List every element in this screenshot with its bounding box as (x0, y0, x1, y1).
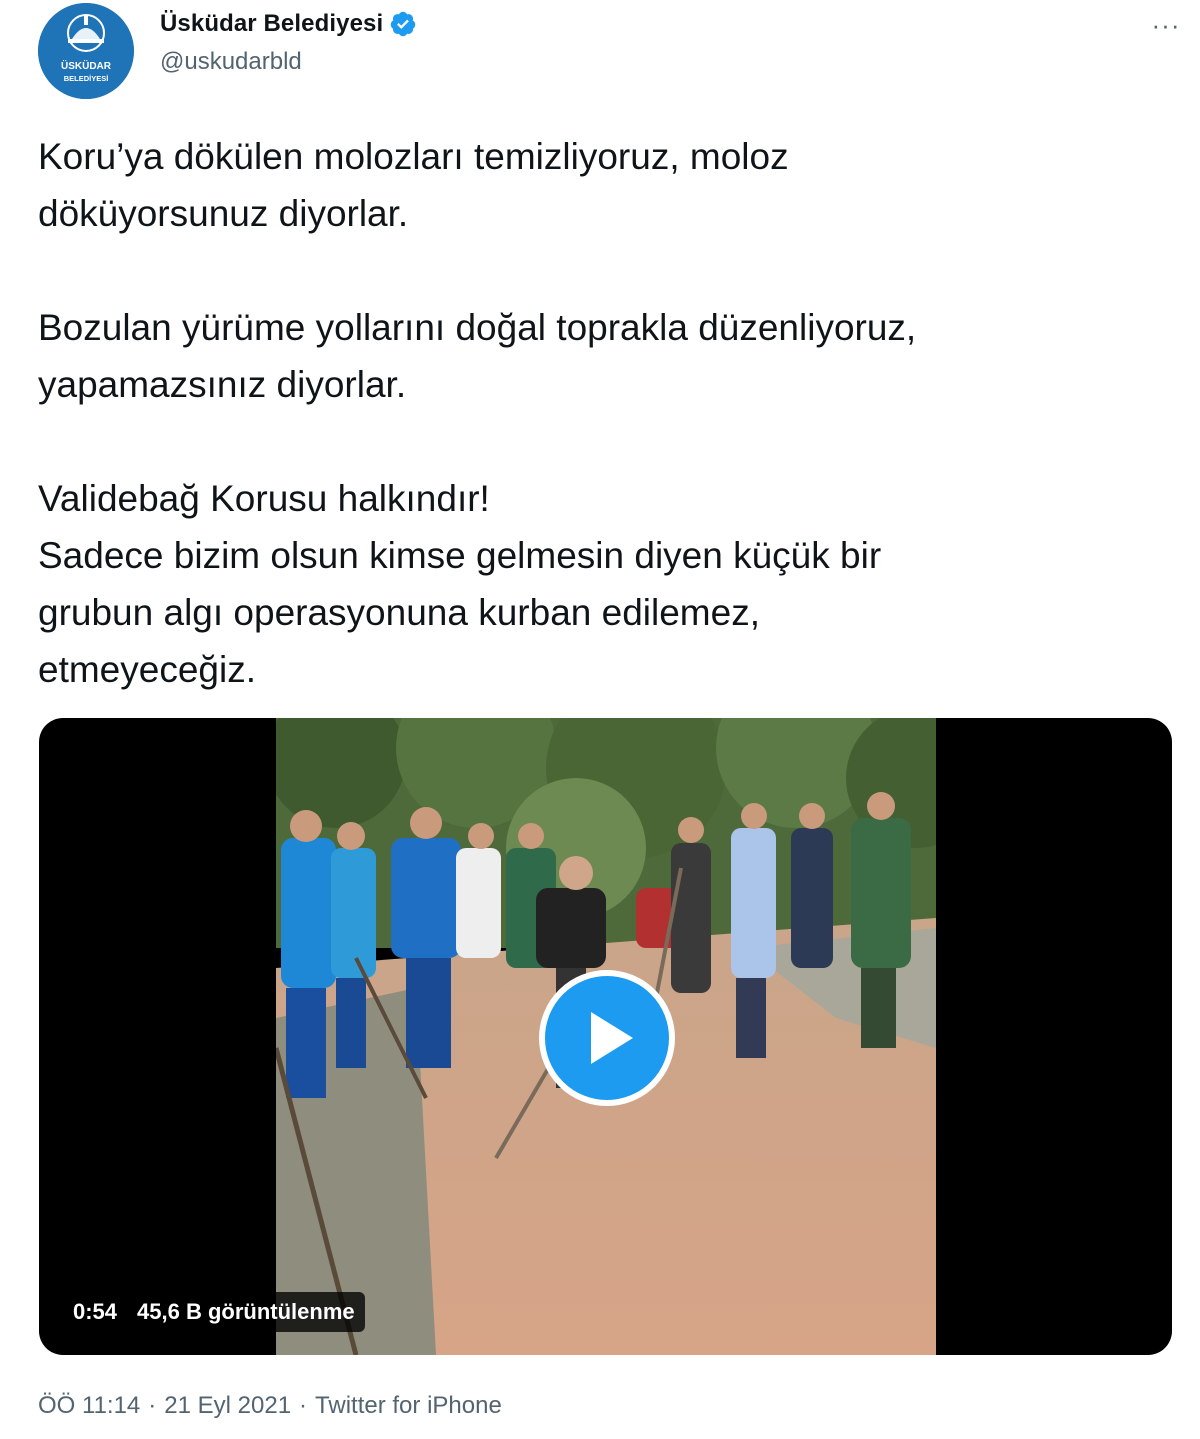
tweet-text-line: döküyorsunuz diyorlar. (38, 193, 409, 234)
more-options-icon[interactable]: ··· (1148, 10, 1184, 40)
video-view-count: 45,6 B görüntülenme (137, 1299, 355, 1324)
tweet-text-line: Sadece bizim olsun kimse gelmesin diyen … (38, 535, 882, 576)
avatar-text-line1: ÜSKÜDAR (61, 59, 112, 72)
avatar[interactable]: ÜSKÜDAR BELEDİYESİ (38, 3, 134, 99)
author-display-name[interactable]: Üsküdar Belediyesi (160, 10, 383, 38)
verified-badge-icon (389, 10, 417, 38)
play-button[interactable] (539, 970, 675, 1106)
tweet-text-line: yapamazsınız diyorlar. (38, 364, 407, 405)
video-stats-badge: 0:54 45,6 B görüntülenme (63, 1292, 365, 1332)
municipality-logo-icon: ÜSKÜDAR BELEDİYESİ (38, 3, 134, 99)
tweet-text-line: etmeyeceğiz. (38, 649, 256, 690)
meta-separator: · (299, 1392, 308, 1419)
tweet-time[interactable]: ÖÖ 11:14 (38, 1392, 140, 1420)
author-handle[interactable]: @uskudarbld (160, 48, 302, 76)
tweet-text-line: Koru’ya dökülen molozları temizliyoruz, … (38, 136, 789, 177)
author-name-row: Üsküdar Belediyesi (160, 6, 417, 42)
tweet-text-line: Validebağ Korusu halkındır! (38, 478, 490, 519)
tweet-text-line: grubun algı operasyonuna kurban edilemez… (38, 592, 760, 633)
tweet-text-line: Bozulan yürüme yollarını doğal toprakla … (38, 307, 917, 348)
video-duration: 0:54 (73, 1299, 118, 1324)
tweet-source[interactable]: Twitter for iPhone (315, 1392, 502, 1420)
tweet-text: Koru’ya dökülen molozları temizliyoruz, … (38, 128, 1168, 698)
tweet: ÜSKÜDAR BELEDİYESİ Üsküdar Belediyesi @u… (0, 0, 1200, 1439)
play-icon (591, 1012, 633, 1064)
meta-separator: · (148, 1392, 157, 1419)
avatar-text-line2: BELEDİYESİ (64, 74, 109, 83)
tweet-date[interactable]: 21 Eyl 2021 (164, 1392, 291, 1420)
video-player[interactable]: 0:54 45,6 B görüntülenme (39, 718, 1172, 1355)
tweet-meta: ÖÖ 11:14 · 21 Eyl 2021 · Twitter for iPh… (38, 1392, 502, 1420)
